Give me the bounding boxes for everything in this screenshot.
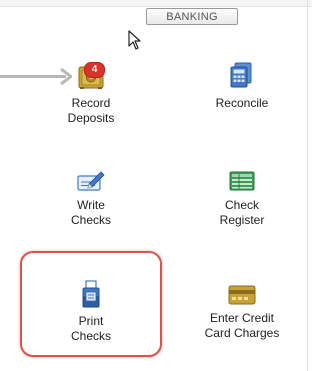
enter-credit-card-charges-task[interactable]: Enter Credit Card Charges xyxy=(182,285,302,341)
panel-right-border xyxy=(307,0,308,371)
reconcile-label: Reconcile xyxy=(215,96,269,110)
record-deposits-label: Record Deposits xyxy=(67,96,115,125)
deposit-count-badge: 4 xyxy=(84,62,105,78)
write-checks-task[interactable]: Write Checks xyxy=(31,170,151,228)
window-top-strip xyxy=(0,0,312,7)
enter-credit-card-charges-label: Enter Credit Card Charges xyxy=(204,311,280,340)
printer-icon xyxy=(82,280,100,308)
reconcile-task[interactable]: Reconcile xyxy=(182,62,302,111)
print-checks-task[interactable]: Print Checks xyxy=(31,280,151,344)
mouse-pointer-icon xyxy=(128,30,141,50)
check-register-label: Check Register xyxy=(219,198,265,227)
check-register-task[interactable]: Check Register xyxy=(182,170,302,228)
print-checks-label: Print Checks xyxy=(70,314,111,343)
write-checks-pen-icon xyxy=(77,171,105,191)
reconcile-calculator-icon xyxy=(230,62,252,88)
banking-section-label: BANKING xyxy=(146,8,238,25)
credit-card-icon xyxy=(228,285,256,305)
check-register-ledger-icon xyxy=(229,171,255,191)
write-checks-label: Write Checks xyxy=(70,198,111,227)
